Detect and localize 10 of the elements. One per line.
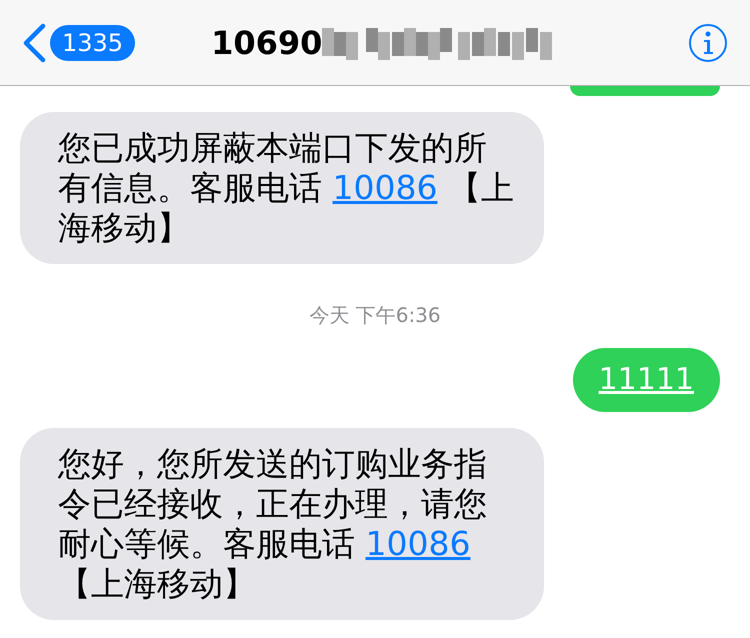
- phone-link[interactable]: 11111: [598, 362, 694, 397]
- info-icon[interactable]: [688, 22, 728, 62]
- unread-count-badge[interactable]: 1335: [50, 24, 136, 60]
- phone-link[interactable]: 10086: [366, 524, 470, 563]
- back-icon[interactable]: [22, 22, 46, 62]
- phone-link[interactable]: 10086: [332, 168, 438, 207]
- message-bubble: 您已成功屏蔽本端口下发的所有信息。客服电话 10086 【上海移动】: [20, 112, 544, 264]
- contact-title: 10690: [211, 22, 322, 64]
- message-bubble: 您好，您所发送的订购业务指令已经接收，正在办理，请您耐心等候。客服电话 10086 【上海移动】: [20, 428, 544, 620]
- timestamp: 今天 下午6:36: [309, 302, 441, 329]
